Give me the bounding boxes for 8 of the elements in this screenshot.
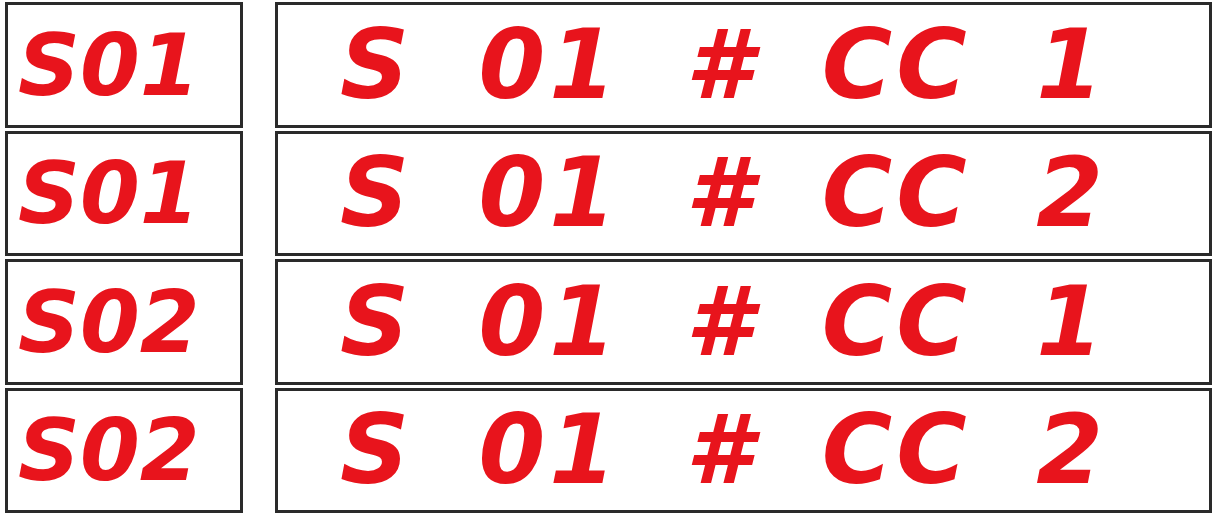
- code-readout: S01: [18, 21, 200, 108]
- display-readout: S 01 # CC 2: [340, 145, 1107, 242]
- code-readout: S01: [18, 150, 200, 237]
- code-readout: S02: [18, 407, 200, 494]
- display-readout: S 01 # CC 1: [340, 273, 1107, 370]
- code-readout: S02: [18, 278, 200, 365]
- display-readout: S 01 # CC 2: [340, 402, 1107, 499]
- display-readout: S 01 # CC 1: [340, 16, 1107, 113]
